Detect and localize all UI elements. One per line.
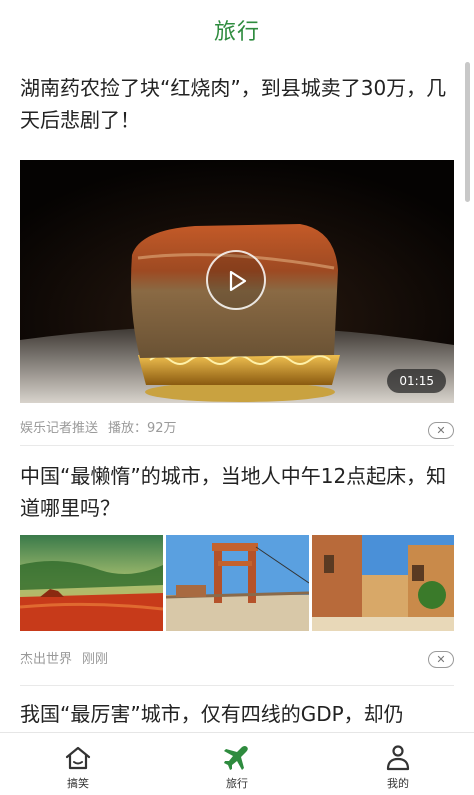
article-meta: 娱乐记者推送 播放：92万: [20, 417, 177, 436]
divider: [20, 685, 454, 686]
article-card[interactable]: 湖南药农捡了块“红烧肉”，到县城卖了30万，几天后悲剧了！ 01:15 娱乐记者…: [20, 72, 454, 439]
dismiss-button[interactable]: ✕: [428, 422, 454, 439]
thumbnail-image[interactable]: [312, 535, 454, 631]
scrollbar[interactable]: [465, 62, 470, 202]
app-header: 旅行: [0, 0, 474, 60]
thumbnail-image[interactable]: [166, 535, 309, 631]
news-feed[interactable]: 湖南药农捡了块“红烧肉”，到县城卖了30万，几天后悲剧了！ 01:15 娱乐记者…: [0, 60, 474, 732]
home-icon: [64, 743, 92, 773]
article-source: 娱乐记者推送: [20, 421, 99, 436]
video-player[interactable]: 01:15: [20, 160, 454, 403]
dismiss-button[interactable]: ✕: [428, 651, 454, 668]
airplane-icon: [223, 743, 251, 773]
tab-label: 旅行: [226, 777, 248, 790]
article-time: 刚刚: [82, 652, 109, 667]
video-duration: 01:15: [387, 369, 446, 393]
close-icon: ✕: [436, 424, 446, 437]
tab-funny[interactable]: 搞笑: [18, 733, 138, 795]
tab-label: 搞笑: [67, 777, 89, 790]
article-source: 杰出世界: [20, 652, 73, 667]
tab-mine[interactable]: 我的: [338, 733, 458, 795]
thumbnail-row[interactable]: [20, 535, 454, 631]
article-headline[interactable]: 中国“最懒惰”的城市，当地人中午12点起床，知道哪里吗？: [20, 460, 454, 524]
play-icon: [229, 270, 247, 292]
user-icon: [385, 743, 411, 773]
article-card[interactable]: 我国“最厉害”城市，仅有四线的GDP，却仍: [20, 698, 454, 732]
close-icon: ✕: [436, 653, 446, 666]
article-meta: 杰出世界 刚刚: [20, 648, 108, 667]
play-button[interactable]: [206, 250, 266, 310]
article-headline[interactable]: 湖南药农捡了块“红烧肉”，到县城卖了30万，几天后悲剧了！: [20, 72, 454, 136]
divider: [20, 445, 454, 446]
tab-label: 我的: [387, 777, 409, 790]
tab-travel[interactable]: 旅行: [177, 733, 297, 795]
thumbnail-image[interactable]: [20, 535, 163, 631]
article-headline[interactable]: 我国“最厉害”城市，仅有四线的GDP，却仍: [20, 698, 454, 730]
page-title: 旅行: [213, 20, 260, 45]
play-count: 播放：92万: [108, 421, 177, 436]
bottom-tab-bar: 搞笑 旅行 我的: [0, 732, 474, 795]
